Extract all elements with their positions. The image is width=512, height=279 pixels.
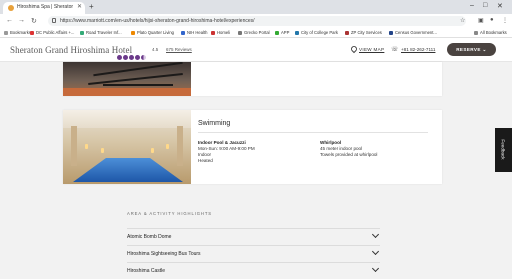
reviews-link[interactable]: 675 Reviews bbox=[166, 47, 192, 52]
feedback-label: Feedback bbox=[500, 139, 506, 160]
bookmark-item[interactable]: Grecko Portal bbox=[238, 30, 270, 35]
bookmark-item[interactable]: ZP City Services bbox=[345, 30, 382, 35]
fitness-center-photo bbox=[63, 62, 191, 96]
hotel-brand-logo[interactable]: Sheraton Grand Hiroshima Hotel bbox=[10, 45, 132, 55]
bookmark-item[interactable]: APP bbox=[275, 30, 289, 35]
bookmark-item[interactable]: City of College Park bbox=[295, 30, 338, 35]
bookmark-item[interactable]: Homeli bbox=[211, 30, 230, 35]
fitness-card bbox=[63, 62, 442, 96]
bookmark-item[interactable]: Census Government... bbox=[389, 30, 437, 35]
whirlpool-details: Whirlpool 45 meter indoor pool Towels pr… bbox=[320, 140, 377, 158]
bookmarks-bar: Bookmarks DC Public Affairs +... Road Tr… bbox=[0, 28, 512, 38]
chevron-down-icon bbox=[371, 264, 380, 273]
lock-icon[interactable] bbox=[52, 18, 56, 23]
site-favicon-icon bbox=[8, 5, 14, 11]
bookmark-item[interactable]: NIH Health bbox=[181, 30, 207, 35]
all-bookmarks-button[interactable]: All Bookmarks bbox=[474, 30, 507, 35]
pool-heated: Heated bbox=[198, 158, 213, 163]
map-pin-icon bbox=[349, 44, 359, 54]
bookmark-star-icon[interactable]: ☆ bbox=[460, 17, 465, 24]
swimming-card: Swimming Indoor Pool & Jacuzzi Mon-Sun: … bbox=[63, 110, 442, 184]
pool-photo bbox=[63, 110, 191, 184]
menu-icon[interactable]: ⋮ bbox=[502, 17, 508, 24]
highlight-label: Hiroshima Castle bbox=[127, 268, 166, 274]
browser-tab-bar: Hiroshima Spa | Sheraton Gran ✕ + – □ ✕ bbox=[0, 0, 512, 14]
rating-value: 4.5 bbox=[152, 47, 159, 52]
site-header: Sheraton Grand Hiroshima Hotel 4.5 675 R… bbox=[0, 38, 512, 62]
bookmark-item[interactable]: DC Public Affairs +... bbox=[30, 30, 74, 35]
close-tab-icon[interactable]: ✕ bbox=[77, 3, 82, 10]
tab-title: Hiroshima Spa | Sheraton Gran bbox=[17, 4, 73, 10]
browser-tab[interactable]: Hiroshima Spa | Sheraton Gran ✕ bbox=[3, 2, 85, 14]
divider bbox=[198, 132, 428, 133]
section-title: Swimming bbox=[198, 120, 231, 127]
bookmark-item[interactable]: Road Traveler Inf... bbox=[80, 30, 122, 35]
extension-icon[interactable]: ▣ bbox=[478, 17, 484, 24]
highlight-label: Hiroshima Sightseeing Bus Tours bbox=[127, 251, 201, 257]
feedback-tab[interactable]: Feedback bbox=[495, 128, 512, 172]
back-icon[interactable]: ← bbox=[6, 17, 13, 24]
view-map-link[interactable]: VIEW MAP bbox=[359, 47, 384, 52]
forward-icon[interactable]: → bbox=[18, 17, 25, 24]
highlight-accordion-item[interactable]: Atomic Bomb Dome bbox=[127, 228, 380, 245]
chevron-down-icon bbox=[371, 230, 380, 239]
minimize-icon[interactable]: – bbox=[470, 2, 474, 9]
whirlpool-detail: Towels provided at whirlpool bbox=[320, 152, 378, 157]
highlight-accordion-item[interactable]: Hiroshima Castle bbox=[127, 262, 380, 279]
phone-link[interactable]: +81 82-262-7111 bbox=[401, 47, 435, 52]
bookmark-item[interactable]: Bookmarks bbox=[4, 30, 31, 35]
chevron-down-icon bbox=[371, 247, 380, 256]
phone-icon: ☏ bbox=[391, 47, 399, 53]
bookmark-item[interactable]: Plato Quarter Living bbox=[131, 30, 174, 35]
chevron-down-icon: ⌄ bbox=[482, 47, 487, 52]
highlight-label: Atomic Bomb Dome bbox=[127, 234, 172, 240]
profile-icon[interactable]: ● bbox=[490, 17, 494, 23]
highlight-accordion-item[interactable]: Hiroshima Sightseeing Bus Tours bbox=[127, 245, 380, 262]
url-field[interactable]: https://www.marriott.com/en-us/hotels/hi… bbox=[48, 16, 466, 26]
reload-icon[interactable]: ↻ bbox=[31, 17, 37, 25]
reserve-button[interactable]: RESERVE ⌄ bbox=[447, 43, 496, 56]
pool-details: Indoor Pool & Jacuzzi Mon-Sun: 9:00 AM-9… bbox=[198, 140, 255, 164]
close-window-icon[interactable]: ✕ bbox=[497, 2, 503, 10]
highlights-heading: AREA & ACTIVITY HIGHLIGHTS bbox=[127, 211, 212, 216]
address-toolbar: ← → ↻ https://www.marriott.com/en-us/hot… bbox=[0, 14, 512, 28]
url-text: https://www.marriott.com/en-us/hotels/hi… bbox=[60, 18, 255, 24]
new-tab-icon[interactable]: + bbox=[89, 2, 94, 11]
maximize-icon[interactable]: □ bbox=[483, 2, 487, 9]
